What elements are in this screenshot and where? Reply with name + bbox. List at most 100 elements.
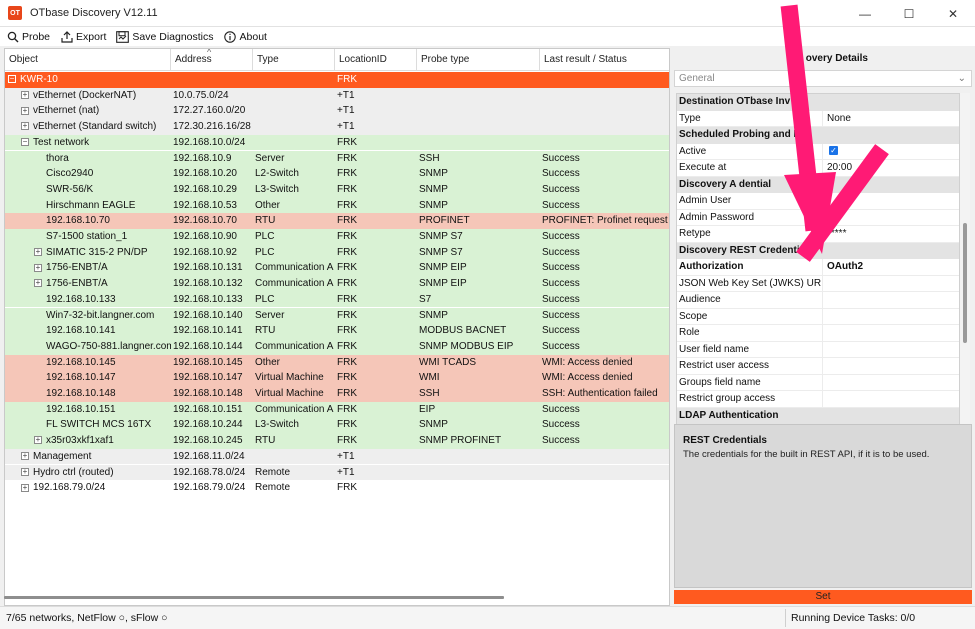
scrollbar-thumb[interactable] (963, 223, 967, 343)
collapse-icon[interactable]: − (21, 138, 29, 147)
tree-cell-probe (417, 480, 540, 496)
tree-row[interactable]: thora 192.168.10.9 Server FRK SSH Success (5, 150, 669, 167)
property-value[interactable]: None (825, 111, 959, 128)
property-row[interactable]: Admin Password * (677, 209, 959, 227)
set-button[interactable]: Set (674, 590, 972, 604)
expand-icon[interactable]: + (21, 467, 29, 476)
export-button[interactable]: Export (60, 30, 106, 43)
column-header-object[interactable]: Object (5, 49, 171, 71)
checkbox-checked-icon[interactable]: ✓ (829, 146, 838, 156)
collapse-icon[interactable]: − (8, 75, 16, 84)
tree-row[interactable]: 192.168.10.70 192.168.10.70 RTU FRK PROFINET… (5, 213, 669, 229)
tree-row[interactable]: + Hydro ctrl (routed) 192.168.78.0/24 Remot… (5, 464, 669, 481)
save-diagnostics-button[interactable]: Save Diagnostics (116, 30, 214, 43)
property-value[interactable] (825, 193, 959, 210)
tree-row[interactable]: Cisco2940 192.168.10.20 L2-Switch FRK SNMP Su… (5, 166, 669, 182)
property-row[interactable]: Restrict group access (677, 391, 959, 408)
property-value[interactable]: ***** (825, 226, 959, 243)
tree-row[interactable]: Hirschmann EAGLE 192.168.10.53 Other FRK SNM… (5, 197, 669, 214)
tree-row[interactable]: + vEthernet (nat) 172.27.160.0/20 +T1 (5, 103, 669, 120)
expand-icon[interactable]: + (34, 248, 42, 257)
tree-row[interactable]: SWR-56/K 192.168.10.29 L3-Switch FRK SNMP Suc… (5, 181, 669, 198)
tree-row[interactable]: 192.168.10.141 192.168.10.141 RTU FRK MODBUS… (5, 323, 669, 339)
category-dropdown[interactable]: General ⌄ (674, 70, 972, 87)
tree-row[interactable]: + Management 192.168.11.0/24 +T1 (5, 448, 669, 465)
close-button[interactable]: ✕ (931, 0, 975, 27)
expand-icon[interactable]: + (21, 452, 29, 461)
property-row[interactable]: User field name (677, 341, 959, 359)
property-row[interactable]: Scope (677, 308, 959, 326)
tree-node-label: 192.168.79.0/24 (33, 482, 106, 494)
property-row[interactable]: Execute at 20:00 (677, 160, 959, 177)
property-value[interactable] (825, 292, 959, 309)
tree-row[interactable]: 192.168.10.147 192.168.10.147 Virtual Mach… (5, 370, 669, 386)
about-button[interactable]: About (224, 30, 267, 43)
tree-row[interactable]: 192.168.10.151 192.168.10.151 Communicatio… (5, 401, 669, 418)
tree-cell-status: WMI: Access denied (542, 356, 633, 368)
column-header-type[interactable]: Type (253, 49, 335, 71)
property-grid[interactable]: Destination OTbase Inv Type None Scheduled … (676, 93, 960, 466)
tree-row[interactable]: 192.168.10.148 192.168.10.148 Virtual Mach… (5, 386, 669, 402)
property-value[interactable]: 20:00 (825, 160, 959, 177)
tree-cell-location: +T1 (337, 121, 355, 133)
column-header-location-id[interactable]: LocationID (335, 49, 417, 71)
tree-row[interactable]: + x35r03xkf1xaf1 192.168.10.245 RTU FRK SNMP … (5, 433, 669, 449)
property-value[interactable] (825, 325, 959, 342)
property-category[interactable]: Scheduled Probing and E (677, 127, 959, 144)
expand-icon[interactable]: + (21, 91, 29, 100)
property-value[interactable]: ✓ (825, 144, 959, 161)
property-row[interactable]: Type None (677, 110, 959, 128)
property-row[interactable]: Retype ***** (677, 226, 959, 243)
tree-row[interactable]: +1756-ENBT/A 192.168.10.131 Communication … (5, 260, 669, 277)
tree-row[interactable]: +1756-ENBT/A 192.168.10.132 Communication … (5, 276, 669, 292)
tree-node-label: Management (33, 450, 92, 462)
expand-icon[interactable]: + (21, 483, 29, 492)
tree-row[interactable]: WAGO-750-881.langner.com 192.168.10.144 Co… (5, 338, 669, 355)
property-row[interactable]: Restrict user access (677, 358, 959, 375)
property-row[interactable]: Audience (677, 292, 959, 309)
maximize-button[interactable]: ☐ (887, 0, 931, 27)
tree-row[interactable]: + vEthernet (DockerNAT) 10.0.75.0/24 +T1 (5, 87, 669, 104)
minimize-button[interactable]: — (843, 0, 887, 27)
property-row[interactable]: Role (677, 325, 959, 342)
tree-row[interactable]: S7-1500 station_1 192.168.10.90 PLC FRK SNMP… (5, 229, 669, 245)
tree-row[interactable]: + SIMATIC 315-2 PN/DP 192.168.10.92 PLC FRK S… (5, 244, 669, 261)
tree-row[interactable]: FL SWITCH MCS 16TX 192.168.10.244 L3-Switc… (5, 417, 669, 434)
property-value[interactable] (825, 276, 959, 293)
property-value[interactable] (825, 342, 959, 359)
column-header-probe-type[interactable]: Probe type (417, 49, 540, 71)
column-header-address[interactable]: Address (171, 49, 253, 71)
property-row[interactable]: Authorization OAuth2 (677, 259, 959, 276)
property-value[interactable]: OAuth2 (825, 259, 959, 276)
horizontal-scrollbar[interactable] (4, 596, 504, 599)
expand-icon[interactable]: + (34, 436, 42, 445)
expand-icon[interactable]: + (34, 279, 42, 288)
tree-row[interactable]: − KWR-10 FRK (5, 72, 669, 88)
tree-row[interactable]: + vEthernet (Standard switch) 172.30.216.1… (5, 119, 669, 135)
tree-row[interactable]: 192.168.10.145 192.168.10.145 Other FRK WMI … (5, 354, 669, 371)
tree-row[interactable]: − Test network 192.168.10.0/24 FRK (5, 134, 669, 151)
property-category[interactable]: Discovery A dential (677, 176, 959, 193)
expand-icon[interactable]: + (21, 106, 29, 115)
property-grid-scrollbar[interactable] (960, 93, 970, 466)
probe-button[interactable]: Probe (6, 30, 50, 43)
property-category[interactable]: Destination OTbase Inv (677, 94, 959, 111)
property-value[interactable] (825, 309, 959, 326)
expand-icon[interactable]: + (21, 122, 29, 131)
property-value[interactable] (825, 358, 959, 375)
property-row[interactable]: Active ✓ (677, 143, 959, 161)
column-header-last-result[interactable]: Last result / Status (540, 49, 669, 71)
tree-row[interactable]: 192.168.10.133 192.168.10.133 PLC FRK S7 Succ… (5, 291, 669, 308)
property-category[interactable]: Discovery REST Credentials (677, 242, 959, 259)
expand-icon[interactable]: + (34, 263, 42, 272)
property-value[interactable] (825, 391, 959, 408)
tree-row[interactable]: Win7-32-bit.langner.com 192.168.10.140 Ser… (5, 307, 669, 324)
network-tree[interactable]: Object Address Type LocationID Probe typ… (4, 48, 670, 606)
property-row[interactable]: JSON Web Key Set (JWKS) URI (677, 275, 959, 293)
property-value[interactable]: * (825, 210, 959, 227)
property-row[interactable]: Groups field name (677, 374, 959, 392)
property-category[interactable]: LDAP Authentication (677, 407, 959, 424)
property-value[interactable] (825, 375, 959, 392)
property-row[interactable]: Admin User (677, 193, 959, 210)
tree-row[interactable]: +192.168.79.0/24 192.168.79.0/24 Remote FRK (5, 480, 669, 496)
